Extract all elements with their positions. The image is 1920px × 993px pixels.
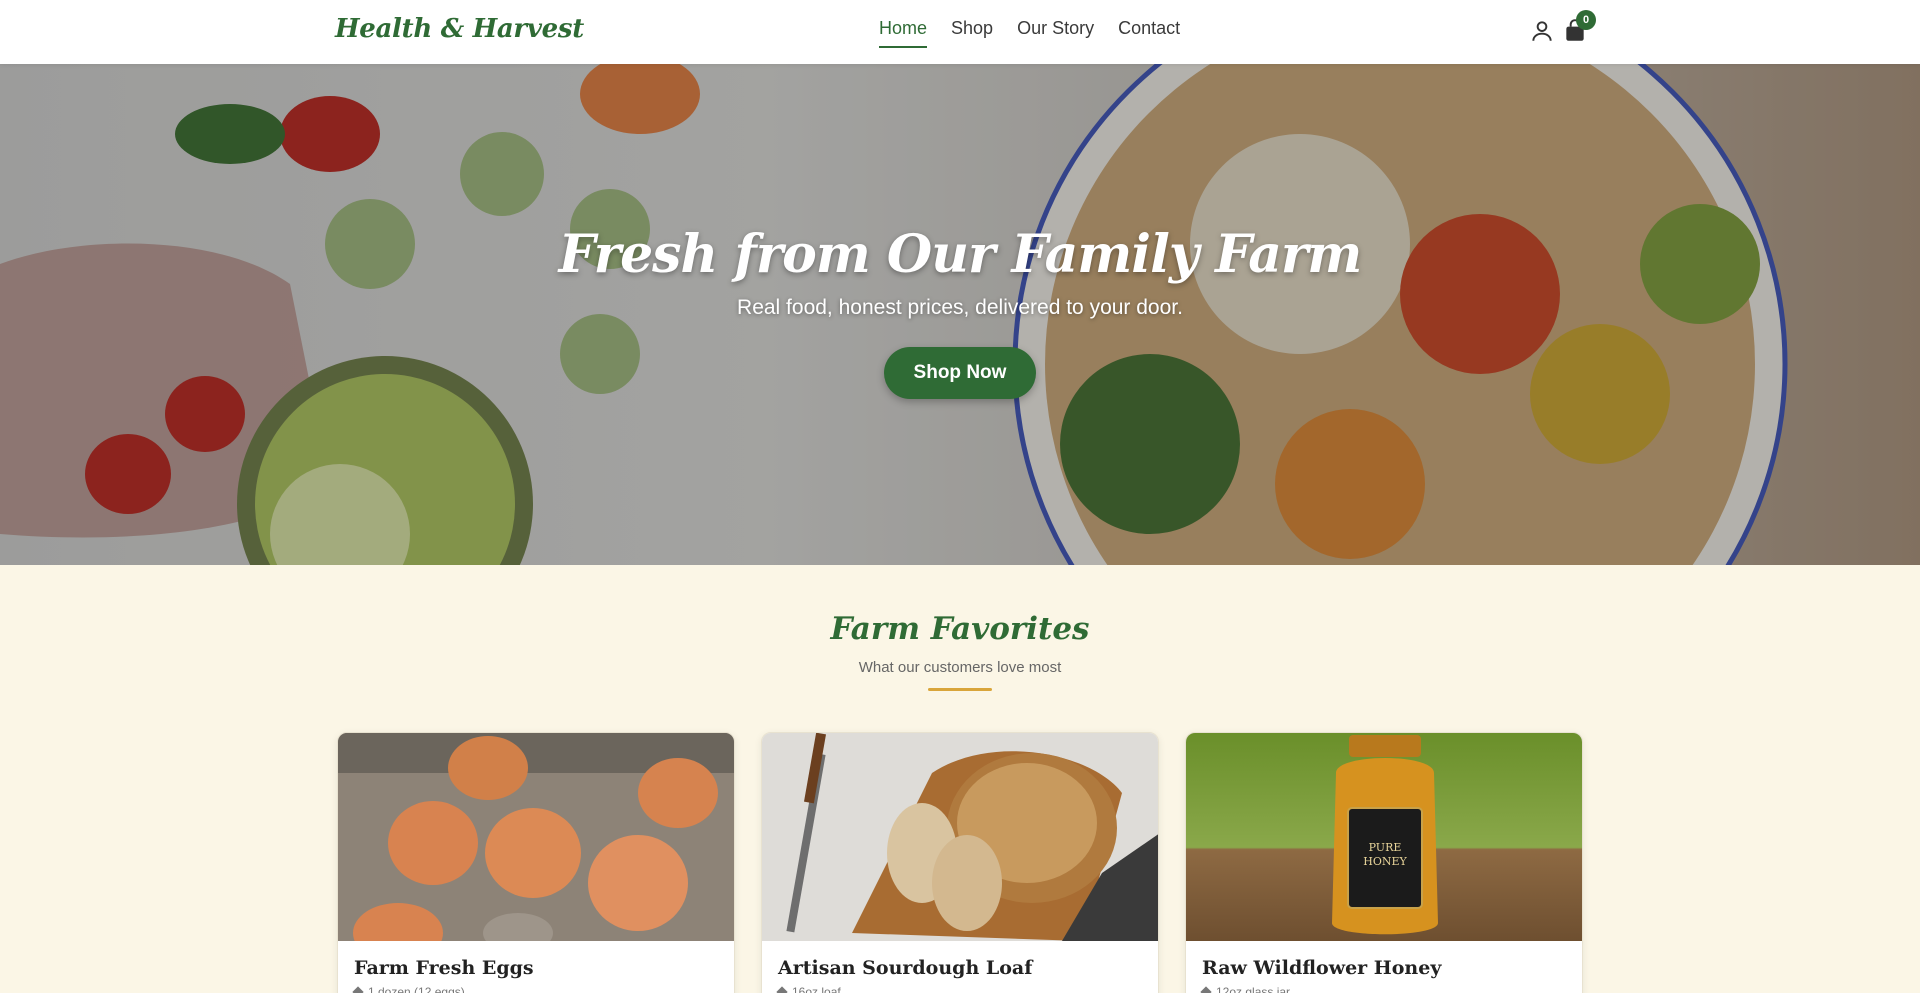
hero-banner: Fresh from Our Family Farm Real food, ho…: [0, 64, 1920, 565]
main-nav: Home Shop Our Story Contact: [879, 18, 1204, 48]
favorites-subtitle: What our customers love most: [858, 659, 1062, 676]
product-name: Farm Fresh Eggs: [354, 957, 534, 979]
tag-icon: [1200, 986, 1212, 993]
product-image-honey: PURE HONEY: [1186, 733, 1582, 941]
product-card-sourdough[interactable]: Artisan Sourdough Loaf 16oz loaf: [761, 732, 1159, 993]
shop-now-button[interactable]: Shop Now: [884, 347, 1036, 399]
nav-contact[interactable]: Contact: [1118, 18, 1180, 48]
user-icon[interactable]: [1529, 18, 1555, 44]
product-image-sourdough: [762, 733, 1158, 941]
product-size: 1 dozen (12 eggs): [368, 985, 465, 993]
site-header: Health & Harvest Home Shop Our Story Con…: [0, 0, 1920, 64]
tag-icon: [776, 986, 788, 993]
product-name: Artisan Sourdough Loaf: [778, 957, 1033, 979]
site-logo[interactable]: Health & Harvest: [335, 14, 584, 44]
product-card-honey[interactable]: PURE HONEY Raw Wildflower Honey 12oz gla…: [1185, 732, 1583, 993]
cart-count-badge: 0: [1576, 10, 1596, 30]
product-size: 12oz glass jar: [1216, 985, 1291, 993]
hero-title: Fresh from Our Family Farm: [558, 224, 1363, 285]
nav-home[interactable]: Home: [879, 18, 928, 48]
hero-subtitle: Real food, honest prices, delivered to y…: [737, 296, 1183, 319]
svg-text:HONEY: HONEY: [1363, 855, 1407, 868]
section-divider: [928, 688, 992, 691]
product-card-eggs[interactable]: Farm Fresh Eggs 1 dozen (12 eggs): [337, 732, 735, 993]
svg-text:PURE: PURE: [1369, 841, 1402, 854]
product-grid: Farm Fresh Eggs 1 dozen (12 eggs) Artisa…: [337, 732, 1583, 993]
product-name: Raw Wildflower Honey: [1202, 957, 1442, 979]
favorites-title: Farm Favorites: [830, 611, 1090, 647]
nav-shop[interactable]: Shop: [951, 18, 993, 48]
nav-our-story[interactable]: Our Story: [1017, 18, 1094, 48]
product-image-eggs: [338, 733, 734, 963]
tag-icon: [352, 986, 364, 993]
product-size: 16oz loaf: [792, 985, 841, 993]
